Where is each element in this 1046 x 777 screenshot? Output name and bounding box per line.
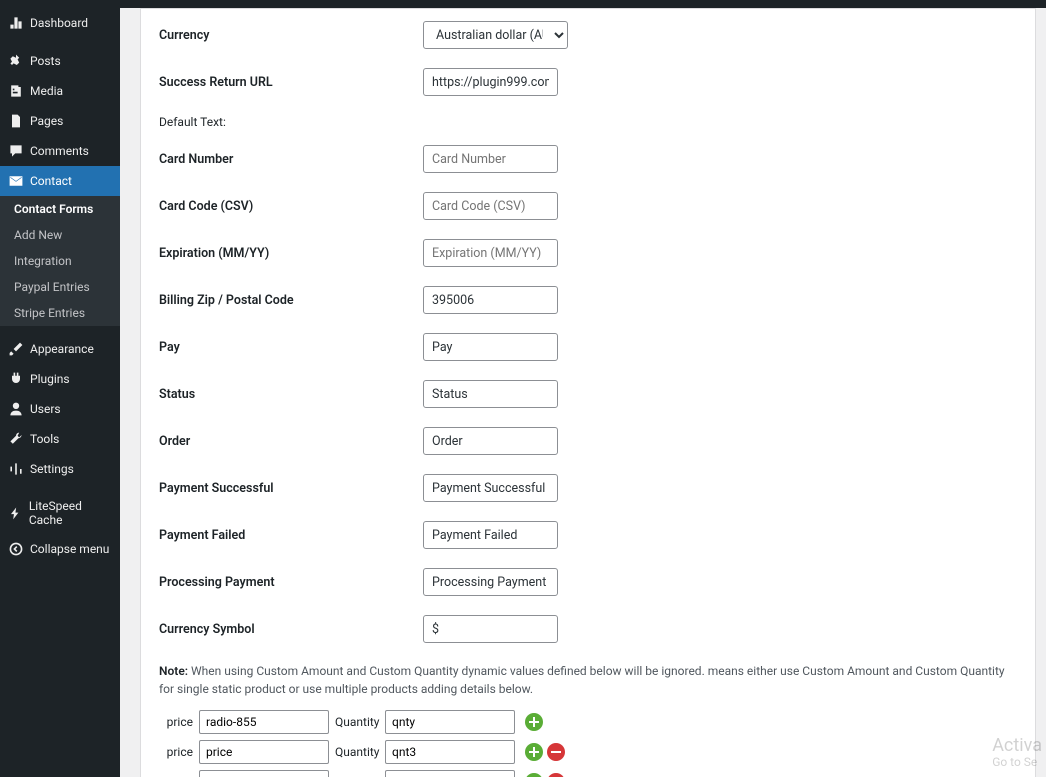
processing-label: Processing Payment bbox=[159, 575, 423, 590]
admin-bar bbox=[0, 0, 1046, 8]
sidebar-item-label: Comments bbox=[30, 144, 89, 158]
media-icon bbox=[8, 83, 24, 99]
sidebar-item-users[interactable]: Users bbox=[0, 394, 120, 424]
status-label: Status bbox=[159, 387, 423, 402]
pages-icon bbox=[8, 113, 24, 129]
remove-row-button[interactable] bbox=[547, 743, 565, 761]
success-label: Payment Successful bbox=[159, 481, 423, 496]
sidebar-item-contact[interactable]: Contact bbox=[0, 166, 120, 196]
sidebar-item-pages[interactable]: Pages bbox=[0, 106, 120, 136]
note-1: Note: When using Custom Amount and Custo… bbox=[159, 662, 1017, 698]
user-icon bbox=[8, 401, 24, 417]
return-url-input[interactable] bbox=[423, 68, 558, 96]
pay-input[interactable] bbox=[423, 333, 558, 361]
price-label: price bbox=[159, 745, 199, 759]
sidebar-item-litespeed[interactable]: LiteSpeed Cache bbox=[0, 492, 120, 534]
quantity-input[interactable] bbox=[385, 740, 515, 764]
brush-icon bbox=[8, 341, 24, 357]
sidebar-item-label: Settings bbox=[30, 462, 74, 476]
price-input[interactable] bbox=[199, 740, 329, 764]
price-input[interactable] bbox=[199, 770, 329, 777]
sidebar-item-label: Plugins bbox=[30, 372, 70, 386]
sidebar-item-label: Appearance bbox=[30, 342, 94, 356]
symbol-label: Currency Symbol bbox=[159, 622, 423, 637]
symbol-input[interactable] bbox=[423, 615, 558, 643]
card-code-label: Card Code (CSV) bbox=[159, 199, 423, 214]
pin-icon bbox=[8, 53, 24, 69]
sidebar-item-label: Collapse menu bbox=[30, 542, 109, 556]
settings-icon bbox=[8, 461, 24, 477]
sidebar-item-collapse[interactable]: Collapse menu bbox=[0, 534, 120, 564]
submenu-stripe-entries[interactable]: Stripe Entries bbox=[0, 300, 120, 326]
bolt-icon bbox=[8, 505, 23, 521]
pay-label: Pay bbox=[159, 340, 423, 355]
wrench-icon bbox=[8, 431, 24, 447]
comment-icon bbox=[8, 143, 24, 159]
dashboard-icon bbox=[8, 15, 24, 31]
mail-icon bbox=[8, 173, 24, 189]
quantity-label: Quantity bbox=[335, 715, 385, 729]
card-code-input[interactable] bbox=[423, 192, 558, 220]
sidebar-item-tools[interactable]: Tools bbox=[0, 424, 120, 454]
sidebar-item-plugins[interactable]: Plugins bbox=[0, 364, 120, 394]
card-number-input[interactable] bbox=[423, 145, 558, 173]
success-input[interactable] bbox=[423, 474, 558, 502]
currency-label: Currency bbox=[159, 28, 423, 43]
sidebar-item-appearance[interactable]: Appearance bbox=[0, 334, 120, 364]
sidebar-item-label: LiteSpeed Cache bbox=[29, 499, 112, 527]
status-input[interactable] bbox=[423, 380, 558, 408]
quantity-input[interactable] bbox=[385, 710, 515, 734]
add-row-button[interactable] bbox=[525, 773, 543, 777]
add-row-button[interactable] bbox=[525, 713, 543, 731]
add-row-button[interactable] bbox=[525, 743, 543, 761]
zip-label: Billing Zip / Postal Code bbox=[159, 293, 423, 308]
return-url-label: Success Return URL bbox=[159, 75, 423, 90]
submenu-contact-forms[interactable]: Contact Forms bbox=[0, 196, 120, 222]
sidebar-item-dashboard[interactable]: Dashboard bbox=[0, 8, 120, 38]
product-row: price Quantity bbox=[159, 770, 1017, 777]
price-input[interactable] bbox=[199, 710, 329, 734]
expiration-input[interactable] bbox=[423, 239, 558, 267]
plug-icon bbox=[8, 371, 24, 387]
processing-input[interactable] bbox=[423, 568, 558, 596]
product-row: price Quantity bbox=[159, 740, 1017, 764]
sidebar-item-label: Contact bbox=[30, 174, 72, 188]
submenu-paypal-entries[interactable]: Paypal Entries bbox=[0, 274, 120, 300]
sidebar-item-comments[interactable]: Comments bbox=[0, 136, 120, 166]
failed-input[interactable] bbox=[423, 521, 558, 549]
sidebar-item-label: Dashboard bbox=[30, 16, 88, 30]
submenu-add-new[interactable]: Add New bbox=[0, 222, 120, 248]
sidebar-item-media[interactable]: Media bbox=[0, 76, 120, 106]
sidebar-item-posts[interactable]: Posts bbox=[0, 46, 120, 76]
settings-panel: Currency Australian dollar (AUD) Success… bbox=[140, 8, 1036, 777]
zip-input[interactable] bbox=[423, 286, 558, 314]
default-text-heading: Default Text: bbox=[159, 115, 1017, 129]
content-area: Currency Australian dollar (AUD) Success… bbox=[120, 8, 1046, 777]
order-input[interactable] bbox=[423, 427, 558, 455]
sidebar-item-label: Users bbox=[30, 402, 61, 416]
card-number-label: Card Number bbox=[159, 152, 423, 167]
sidebar-item-label: Pages bbox=[30, 114, 63, 128]
collapse-icon bbox=[8, 541, 24, 557]
submenu-integration[interactable]: Integration bbox=[0, 248, 120, 274]
sidebar-item-label: Tools bbox=[30, 432, 59, 446]
quantity-label: Quantity bbox=[335, 745, 385, 759]
contact-submenu: Contact Forms Add New Integration Paypal… bbox=[0, 196, 120, 326]
currency-select[interactable]: Australian dollar (AUD) bbox=[423, 21, 568, 49]
sidebar-item-label: Posts bbox=[30, 54, 61, 68]
remove-row-button[interactable] bbox=[547, 773, 565, 777]
failed-label: Payment Failed bbox=[159, 528, 423, 543]
sidebar-item-label: Media bbox=[30, 84, 63, 98]
admin-sidebar: Dashboard Posts Media Pages Comments Con… bbox=[0, 8, 120, 777]
product-row: price Quantity bbox=[159, 710, 1017, 734]
quantity-input[interactable] bbox=[385, 770, 515, 777]
sidebar-item-settings[interactable]: Settings bbox=[0, 454, 120, 484]
expiration-label: Expiration (MM/YY) bbox=[159, 246, 423, 261]
price-label: price bbox=[159, 715, 199, 729]
order-label: Order bbox=[159, 434, 423, 449]
